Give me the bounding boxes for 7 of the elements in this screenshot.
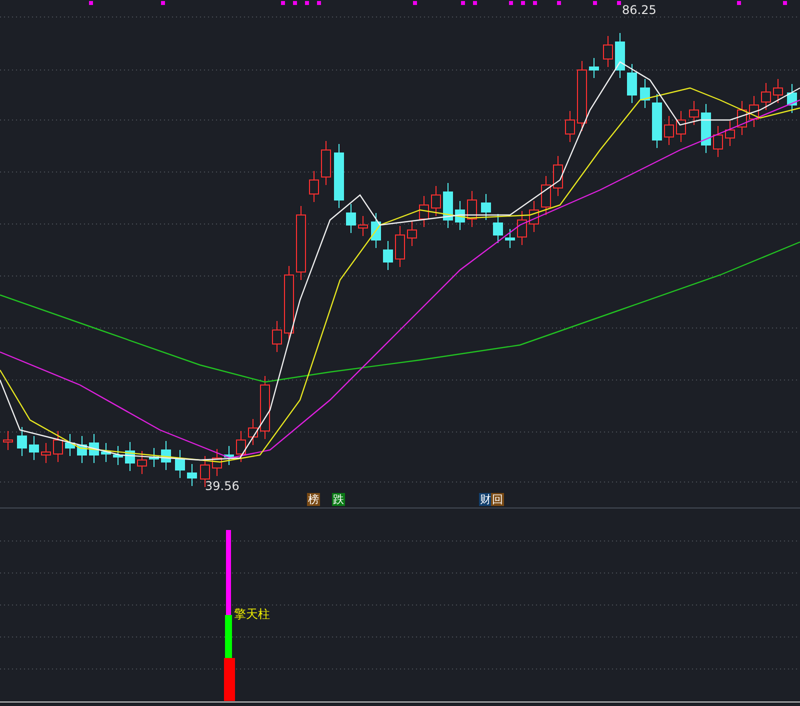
signal-badge: 财 [479,493,492,506]
low-price-label: 39.56 [205,479,240,493]
signal-badge: 榜 [307,493,320,506]
high-price-label: 86.25 [622,3,656,17]
indicator-label: 擎天柱 [234,607,270,621]
signal-badge: 回 [491,493,504,506]
signal-badge: 跌 [332,493,345,506]
